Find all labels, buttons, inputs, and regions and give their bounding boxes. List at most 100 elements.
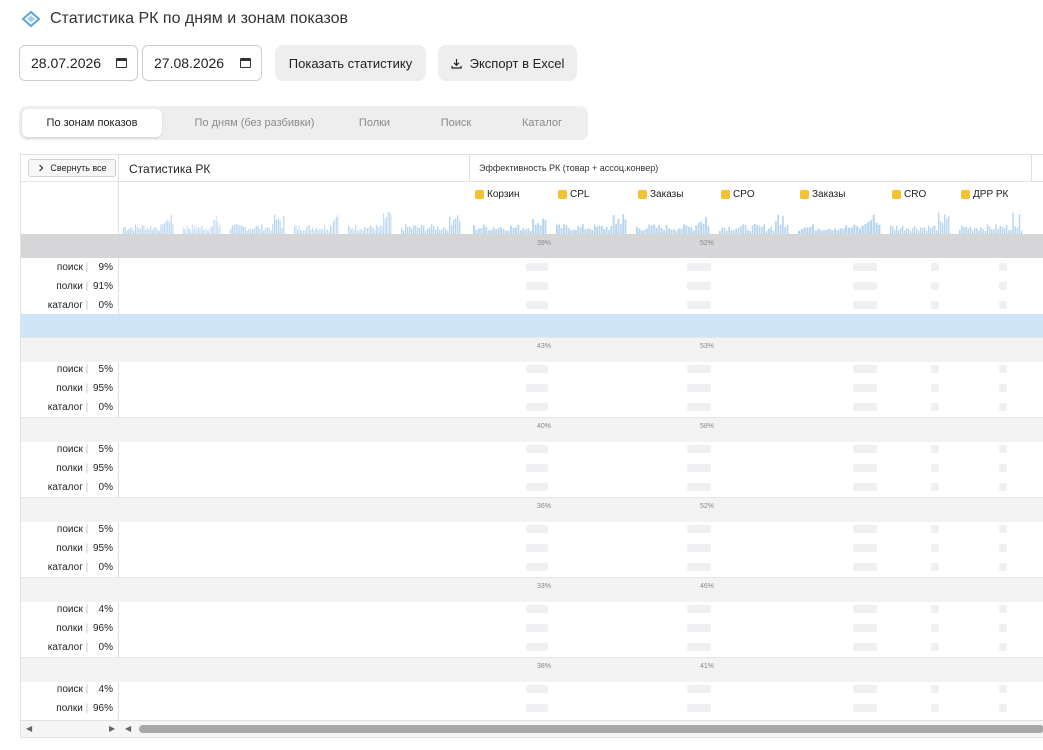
sparkline-bar bbox=[218, 225, 220, 234]
sparkline-chart[interactable] bbox=[183, 208, 221, 234]
tab-shelves[interactable]: Полки bbox=[337, 109, 412, 137]
crown-icon bbox=[961, 189, 970, 199]
tab-by-zones[interactable]: По зонам показов bbox=[22, 109, 162, 137]
zone-share: 5% bbox=[98, 364, 113, 375]
sparkline-bar bbox=[451, 224, 453, 234]
tab-by-days[interactable]: По дням (без разбивки) bbox=[172, 109, 337, 137]
sparkline-bar bbox=[1005, 225, 1008, 234]
crown-icon bbox=[475, 189, 484, 199]
date-to-input[interactable]: 27.08.2026 bbox=[142, 45, 262, 81]
sparkline-bar bbox=[333, 221, 334, 234]
masked-value bbox=[999, 704, 1007, 712]
sparkline-chart[interactable] bbox=[473, 208, 547, 234]
sparkline-chart[interactable] bbox=[719, 208, 789, 234]
masked-value bbox=[526, 643, 548, 651]
sparkline-bar bbox=[355, 224, 357, 234]
sparkline-chart[interactable] bbox=[401, 208, 461, 234]
sparkline-bar bbox=[963, 227, 965, 234]
masked-value bbox=[526, 525, 548, 533]
sparkline-bar bbox=[605, 226, 608, 234]
calendar-icon[interactable] bbox=[116, 58, 127, 68]
masked-value bbox=[526, 563, 548, 571]
row-value: 39% bbox=[451, 240, 551, 252]
sparkline-bar bbox=[961, 225, 963, 234]
masked-value bbox=[853, 605, 877, 613]
sparkline-bar bbox=[295, 224, 297, 234]
scroll-left-icon[interactable]: ◀ bbox=[125, 724, 131, 733]
zone-name: каталог bbox=[47, 642, 83, 653]
sparkline-bar bbox=[380, 224, 382, 234]
sparkline-chart[interactable] bbox=[890, 208, 950, 234]
collapse-all-button[interactable]: Свернуть все bbox=[28, 159, 116, 177]
masked-value bbox=[853, 301, 877, 309]
masked-value bbox=[526, 464, 548, 472]
zone-name: каталог bbox=[47, 482, 83, 493]
sparkline-bar bbox=[861, 225, 864, 234]
sparkline-chart[interactable] bbox=[556, 208, 627, 234]
zone-name: полки bbox=[56, 703, 83, 714]
zone-separator: | bbox=[82, 684, 91, 695]
sparkline-bar bbox=[658, 225, 661, 234]
efficiency-title: Эффективность РК (товар + ассоц.конвер) bbox=[479, 163, 659, 173]
share-superscript: 52% bbox=[699, 503, 714, 510]
layers-logo-icon bbox=[21, 10, 41, 28]
sparkline-bar bbox=[1001, 226, 1004, 234]
sparkline-bar bbox=[969, 226, 972, 234]
sparkline-bar bbox=[728, 226, 730, 234]
sparkline-bar bbox=[257, 225, 259, 234]
sparkline-bar bbox=[742, 224, 744, 234]
horizontal-scrollbar[interactable]: ◀ ▶ ◀ bbox=[21, 720, 1043, 737]
sparkline-bar bbox=[995, 224, 997, 234]
zone-separator: | bbox=[82, 482, 91, 493]
masked-value bbox=[526, 445, 548, 453]
scroll-left-icon[interactable]: ◀ bbox=[26, 724, 32, 733]
scrollbar-thumb[interactable] bbox=[139, 725, 1043, 733]
sparkline-bar bbox=[449, 216, 451, 234]
zone-label: полки | 95% bbox=[21, 463, 113, 474]
zone-share: 4% bbox=[98, 684, 113, 695]
sparkline-chart[interactable] bbox=[636, 208, 710, 234]
sparkline-chart[interactable] bbox=[123, 208, 174, 234]
masked-value bbox=[999, 525, 1007, 533]
zone-label: каталог | 0% bbox=[21, 300, 113, 311]
zone-separator: | bbox=[82, 364, 91, 375]
tab-catalog[interactable]: Каталог bbox=[500, 109, 584, 137]
masked-value bbox=[853, 384, 877, 392]
zone-name: каталог bbox=[47, 300, 83, 311]
export-excel-label: Экспорт в Excel bbox=[469, 55, 565, 71]
sparkline-bar bbox=[453, 219, 455, 234]
masked-value bbox=[526, 704, 548, 712]
sparkline-bar bbox=[141, 225, 143, 234]
masked-value bbox=[687, 301, 711, 309]
sparkline-bar bbox=[565, 225, 568, 234]
sparkline-chart[interactable] bbox=[230, 208, 285, 234]
sparkline-chart[interactable] bbox=[959, 208, 1023, 234]
zone-share: 95% bbox=[92, 463, 113, 474]
sparkline-bar bbox=[751, 225, 754, 234]
sparkline-bar bbox=[596, 226, 598, 234]
row-value: 52% bbox=[614, 240, 714, 252]
sparkline-bar bbox=[1018, 214, 1021, 234]
masked-value bbox=[999, 544, 1007, 552]
sparkline-chart[interactable] bbox=[294, 208, 339, 234]
calendar-icon[interactable] bbox=[240, 58, 251, 68]
sparkline-bar bbox=[965, 226, 967, 234]
export-excel-button[interactable]: Экспорт в Excel bbox=[438, 45, 577, 81]
collapse-all-label: Свернуть все bbox=[50, 163, 107, 173]
sparkline-bar bbox=[167, 219, 169, 234]
sparkline-bar bbox=[242, 226, 244, 234]
show-statistics-button[interactable]: Показать статистику bbox=[275, 45, 426, 81]
date-from-input[interactable]: 28.07.2026 bbox=[19, 45, 138, 81]
zone-separator: | bbox=[82, 562, 91, 573]
sparkline-bar bbox=[200, 225, 202, 234]
tab-search[interactable]: Поиск bbox=[422, 109, 490, 137]
column-header-label: ДРР РК bbox=[973, 189, 1009, 200]
sparkline-bar bbox=[636, 226, 638, 234]
sparkline-bar bbox=[485, 227, 488, 234]
sparkline-chart[interactable] bbox=[348, 208, 392, 234]
sparkline-chart[interactable] bbox=[798, 208, 881, 234]
sparkline-bar bbox=[896, 225, 898, 234]
scroll-right-icon[interactable]: ▶ bbox=[109, 724, 115, 733]
sparkline-bar bbox=[214, 220, 216, 234]
zone-separator: | bbox=[82, 703, 91, 714]
